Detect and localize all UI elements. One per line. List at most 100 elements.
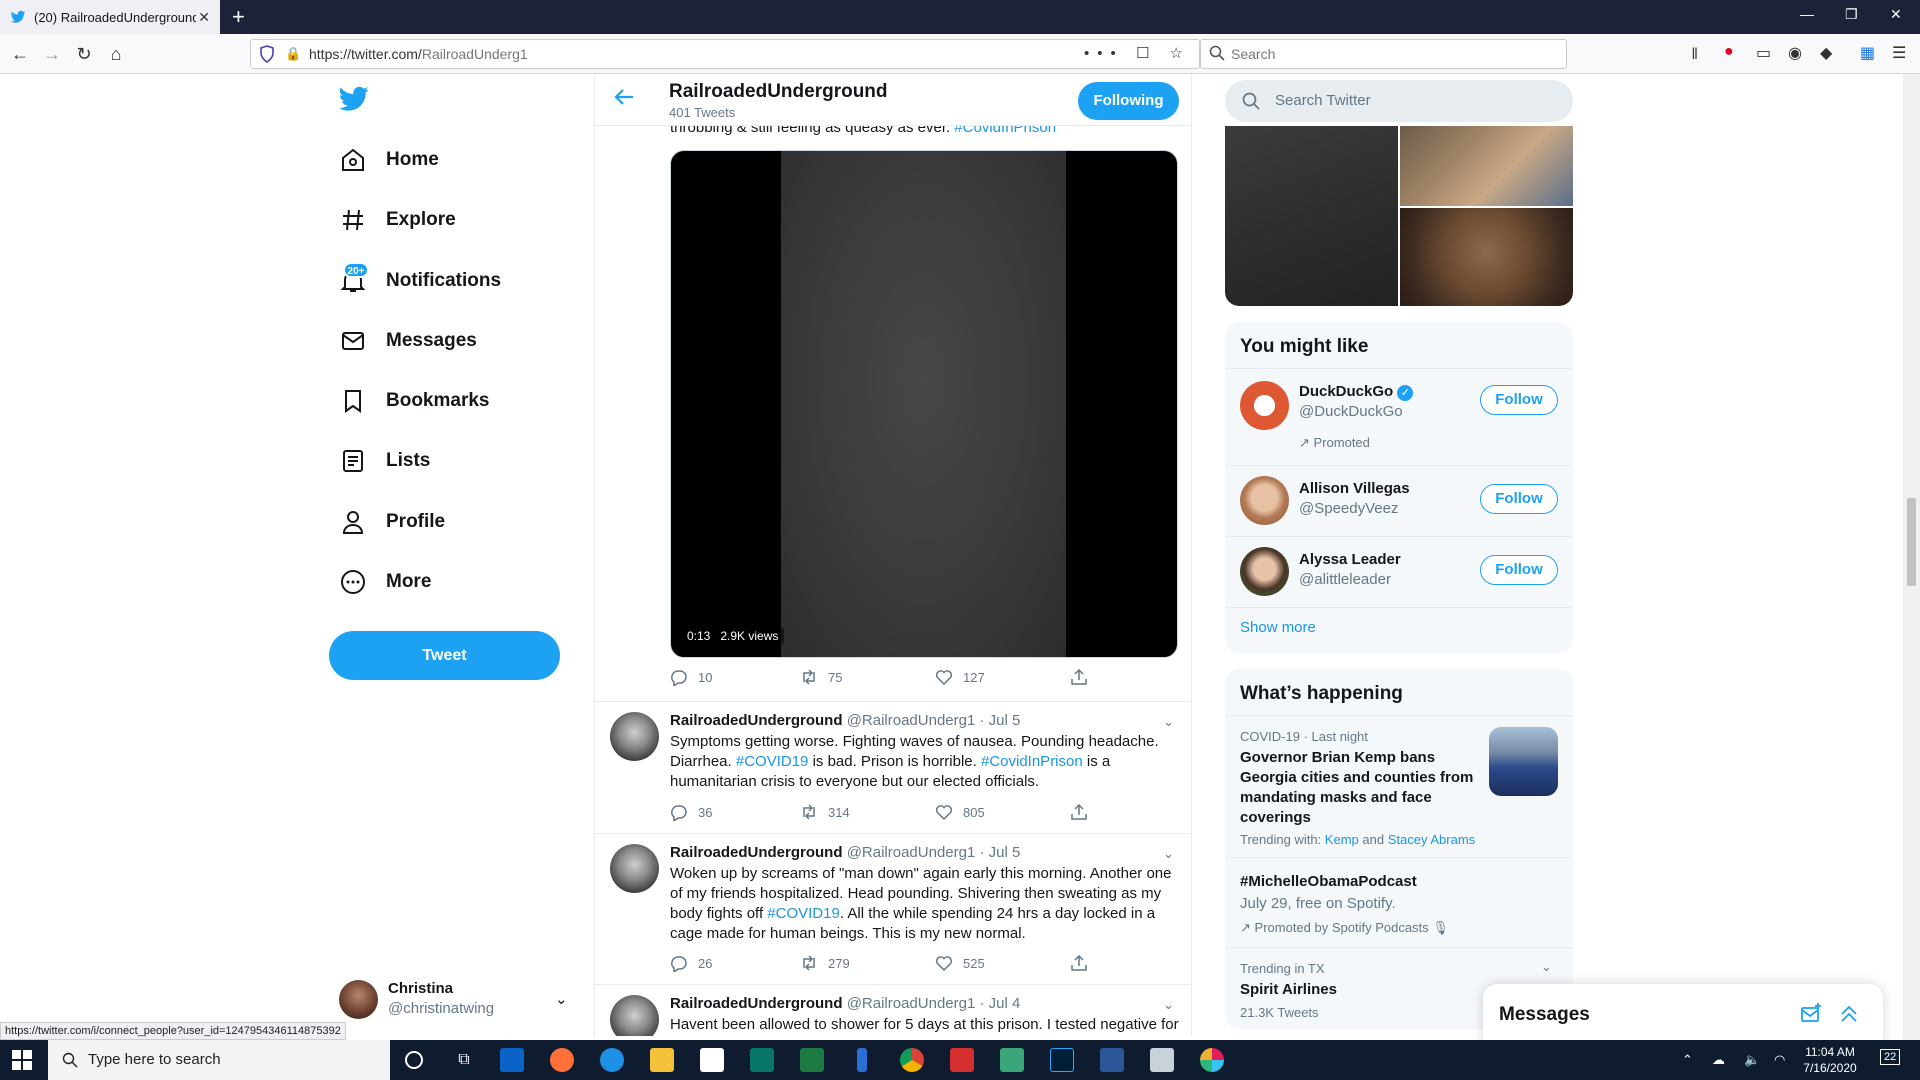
follow-suggestion[interactable]: Alyssa Leader @alittleleader Follow	[1225, 537, 1573, 607]
task-view-icon[interactable]: ⧉	[452, 1048, 476, 1072]
retweet-button[interactable]: 314	[800, 803, 850, 821]
taskbar-search-input[interactable]: Type here to search	[48, 1040, 390, 1080]
restore-icon[interactable]: ❐	[1845, 6, 1858, 23]
retweet-button[interactable]: 75	[800, 668, 842, 686]
reply-button[interactable]: 36	[670, 803, 712, 821]
like-button[interactable]: 805	[935, 803, 985, 821]
tweet[interactable]: RailroadedUnderground @RailroadUnderg1 ·…	[595, 984, 1191, 1036]
apps-icon[interactable]: ▦	[1860, 43, 1875, 63]
new-tab-button[interactable]: +	[232, 4, 245, 30]
tweet[interactable]: RailroadedUnderground @RailroadUnderg1 ·…	[595, 701, 1191, 833]
tweet[interactable]: RailroadedUnderground @RailroadUnderg1 ·…	[595, 833, 1191, 984]
app-icon[interactable]	[1000, 1048, 1024, 1072]
page-scrollbar[interactable]	[1903, 74, 1920, 1040]
like-button[interactable]: 127	[935, 668, 985, 686]
trend-title[interactable]: #MichelleObamaPodcast	[1240, 872, 1417, 892]
follow-button[interactable]: Follow	[1480, 385, 1558, 415]
nav-home[interactable]: Home	[340, 140, 439, 180]
forward-icon[interactable]: →	[40, 42, 64, 66]
trend-title[interactable]: Governor Brian Kemp bans Georgia cities …	[1240, 748, 1480, 828]
share-button[interactable]	[1070, 954, 1098, 972]
browser-search-field[interactable]: Search	[1200, 39, 1567, 69]
app-icon[interactable]	[950, 1048, 974, 1072]
back-arrow-icon[interactable]	[613, 86, 635, 108]
avatar[interactable]	[610, 995, 659, 1036]
home-icon[interactable]: ⌂	[104, 42, 128, 66]
media-thumbnail[interactable]	[1400, 208, 1573, 306]
retweet-button[interactable]: 279	[800, 954, 850, 972]
nav-bookmarks[interactable]: Bookmarks	[340, 381, 490, 421]
url-bar[interactable]: 🔒 https://twitter.com/RailroadUnderg1 ••…	[250, 39, 1200, 69]
photoshop-icon[interactable]	[1050, 1048, 1074, 1072]
windows-start-icon[interactable]	[12, 1050, 32, 1070]
app-icon[interactable]	[1150, 1048, 1174, 1072]
follow-suggestion[interactable]: Allison Villegas @SpeedyVeez Follow	[1225, 466, 1573, 536]
twitter-logo-icon[interactable]	[339, 86, 369, 112]
follow-suggestion[interactable]: DuckDuckGo ✓ @DuckDuckGo ↗ Promoted Foll…	[1225, 369, 1573, 465]
store-icon[interactable]	[700, 1048, 724, 1072]
nav-profile[interactable]: Profile	[340, 502, 445, 542]
extension-icon[interactable]: ◆	[1820, 43, 1832, 63]
onedrive-icon[interactable]: ☁	[1712, 1052, 1725, 1068]
avatar[interactable]	[610, 712, 659, 761]
media-thumbnail[interactable]	[1225, 126, 1398, 306]
nav-lists[interactable]: Lists	[340, 441, 430, 481]
video-player[interactable]: 0:13 2.9K views	[670, 150, 1178, 658]
expand-icon[interactable]	[1838, 1002, 1860, 1024]
trend-thumbnail[interactable]	[1489, 727, 1558, 796]
media-thumbnail[interactable]	[1400, 126, 1573, 206]
reply-button[interactable]: 26	[670, 954, 712, 972]
chevron-down-icon[interactable]: ⌄	[1163, 846, 1174, 862]
nav-more[interactable]: More	[340, 562, 431, 602]
library-icon[interactable]: 𝍪	[1692, 43, 1697, 70]
messages-drawer[interactable]: Messages	[1483, 984, 1883, 1046]
follow-button[interactable]: Follow	[1480, 555, 1558, 585]
share-button[interactable]	[1070, 668, 1098, 686]
notification-center-icon[interactable]: 22	[1880, 1049, 1901, 1065]
following-button[interactable]: Following	[1078, 82, 1179, 120]
back-icon[interactable]: ←	[8, 42, 32, 66]
profile-media-grid[interactable]	[1225, 126, 1573, 306]
nav-messages[interactable]: Messages	[340, 321, 477, 361]
reload-icon[interactable]: ↻	[72, 42, 96, 66]
system-clock[interactable]: 11:04 AM 7/16/2020	[1790, 1044, 1870, 1076]
page-actions-icon[interactable]: ••• ☐ ☆	[1084, 44, 1191, 62]
publisher-icon[interactable]	[750, 1048, 774, 1072]
browser-tab[interactable]: (20) RailroadedUnderground (@ ✕	[0, 0, 220, 34]
cortana-icon[interactable]	[405, 1051, 423, 1069]
account-icon[interactable]: ◉	[1788, 43, 1802, 63]
file-explorer-icon[interactable]	[650, 1048, 674, 1072]
chevron-down-icon[interactable]: ⌄	[1541, 959, 1552, 975]
account-switcher[interactable]: Christina @christinatwing ⌄	[339, 980, 579, 1024]
chevron-down-icon[interactable]: ⌄	[1163, 714, 1174, 730]
chevron-down-icon[interactable]: ⌄	[1163, 997, 1174, 1013]
new-message-icon[interactable]	[1800, 1002, 1822, 1024]
tray-chevron-icon[interactable]: ⌃	[1682, 1052, 1693, 1068]
edge-icon[interactable]	[600, 1048, 624, 1072]
chrome-icon[interactable]	[900, 1048, 924, 1072]
firefox-icon[interactable]	[550, 1048, 574, 1072]
minimize-icon[interactable]: —	[1800, 6, 1814, 22]
close-window-icon[interactable]: ✕	[1890, 6, 1902, 23]
show-more-link[interactable]: Show more	[1240, 619, 1316, 636]
close-tab-icon[interactable]: ✕	[198, 9, 210, 26]
pinterest-icon[interactable]: ●	[1724, 43, 1734, 61]
search-twitter-input[interactable]: Search Twitter	[1225, 80, 1573, 122]
scrollbar-thumb[interactable]	[1907, 498, 1916, 586]
nav-explore[interactable]: Explore	[340, 200, 456, 240]
wifi-icon[interactable]: ◠	[1774, 1052, 1785, 1068]
menu-icon[interactable]: ☰	[1892, 43, 1906, 63]
tweet-button[interactable]: Tweet	[329, 631, 560, 680]
share-button[interactable]	[1070, 803, 1098, 821]
excel-icon[interactable]	[800, 1048, 824, 1072]
sidebar-icon[interactable]: ▭	[1756, 43, 1771, 63]
follow-button[interactable]: Follow	[1480, 484, 1558, 514]
word-icon[interactable]	[1100, 1048, 1124, 1072]
like-button[interactable]: 525	[935, 954, 985, 972]
reply-button[interactable]: 10	[670, 668, 712, 686]
volume-icon[interactable]: 🔈	[1744, 1052, 1760, 1068]
trend-title[interactable]: Spirit Airlines	[1240, 980, 1337, 1000]
app-icon[interactable]	[857, 1048, 867, 1072]
outlook-icon[interactable]	[500, 1048, 524, 1072]
avatar[interactable]	[610, 844, 659, 893]
